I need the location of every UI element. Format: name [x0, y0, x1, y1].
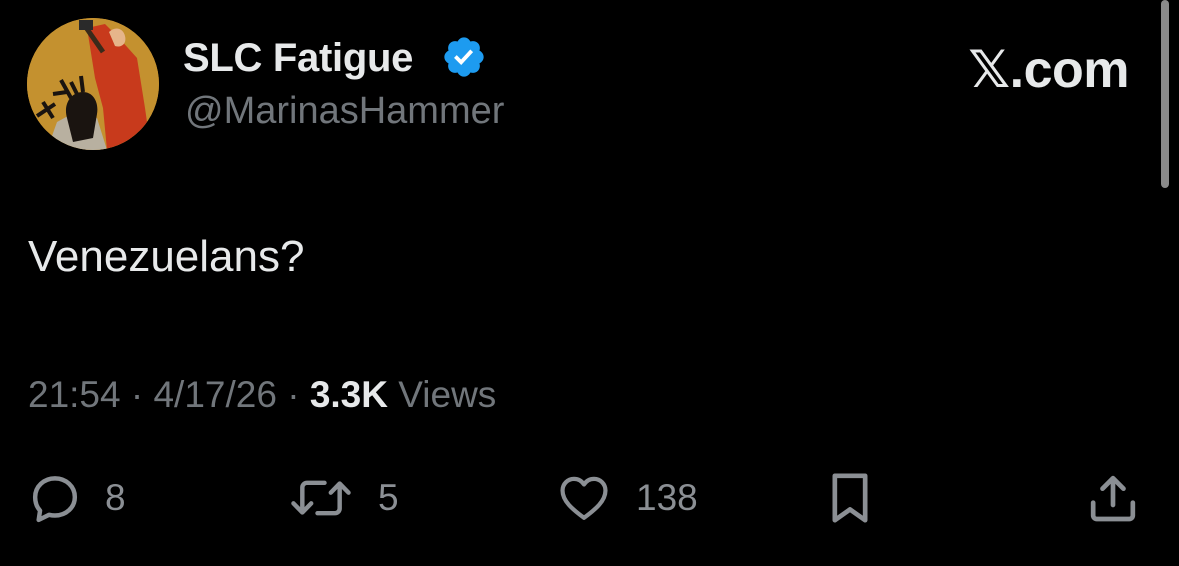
tweet-meta: 21:54 · 4/17/26 · 3.3K Views — [28, 374, 496, 416]
tweet-date[interactable]: 4/17/26 — [153, 374, 276, 415]
like-button[interactable]: 138 — [554, 470, 698, 526]
reply-button[interactable]: 8 — [27, 470, 126, 526]
user-handle[interactable]: @MarinasHammer — [185, 90, 504, 133]
views-label: Views — [398, 374, 497, 415]
repost-count: 5 — [378, 477, 399, 518]
repost-icon — [291, 480, 351, 516]
avatar-image — [27, 18, 159, 150]
heart-icon — [560, 476, 608, 520]
scrollbar[interactable] — [1161, 0, 1169, 188]
tweet-text: Venezuelans? — [28, 232, 305, 281]
separator: · — [287, 374, 310, 415]
like-count: 138 — [636, 477, 698, 518]
views-count[interactable]: 3.3K — [310, 374, 388, 415]
repost-button[interactable]: 5 — [286, 470, 399, 526]
reply-count: 8 — [105, 477, 126, 518]
avatar[interactable] — [27, 18, 159, 150]
bookmark-button[interactable] — [826, 470, 874, 526]
display-name[interactable]: SLC Fatigue — [183, 36, 413, 81]
separator: · — [130, 374, 154, 415]
share-icon — [1090, 475, 1136, 522]
share-button[interactable] — [1085, 470, 1141, 526]
bookmark-icon — [832, 473, 868, 523]
verified-badge-icon — [444, 37, 484, 77]
reply-icon — [32, 476, 78, 523]
x-logo: 𝕏.com — [968, 41, 1129, 99]
tweet-time[interactable]: 21:54 — [28, 374, 121, 415]
